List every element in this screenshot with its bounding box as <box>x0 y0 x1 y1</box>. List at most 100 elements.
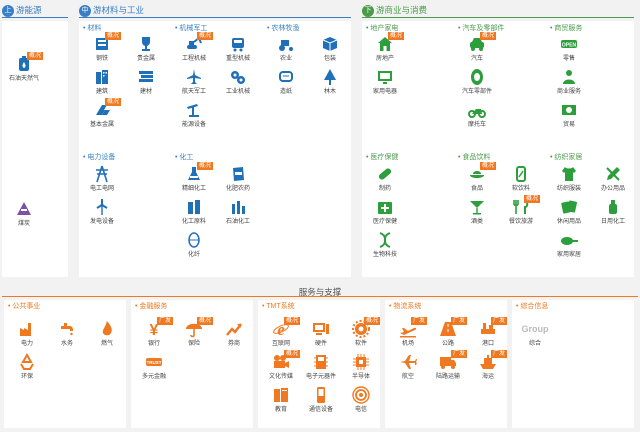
industry-item[interactable]: 建材 <box>127 68 165 100</box>
industry-item[interactable]: 水务 <box>48 320 86 352</box>
industry-item[interactable]: 硬件 <box>302 320 340 352</box>
industry-item[interactable]: 摩托车 <box>458 101 496 133</box>
industry-item[interactable]: 纺织服装 <box>550 165 588 197</box>
status-badge[interactable]: 概况 <box>284 317 301 325</box>
industry-item[interactable]: 酒类 <box>458 198 496 230</box>
status-badge[interactable]: 广发 <box>157 317 174 325</box>
industry-item[interactable]: 休闲用品 <box>550 198 588 230</box>
industry-item[interactable]: 半导体 <box>342 353 380 385</box>
status-badge[interactable]: 概况 <box>197 32 214 40</box>
status-badge[interactable]: 概况 <box>284 350 301 358</box>
industry-item[interactable]: 文化传媒 概况 <box>262 350 301 385</box>
industry-item[interactable]: 教育 <box>262 386 300 418</box>
status-badge[interactable]: 概况 <box>197 317 214 325</box>
industry-item[interactable]: 电信 <box>342 386 380 418</box>
industry-label: 互联网 <box>271 341 290 347</box>
industry-item[interactable]: 汽车 概况 <box>458 32 497 67</box>
status-badge[interactable]: 广发 <box>491 317 508 325</box>
industry-item[interactable]: 家用电器 <box>366 68 404 100</box>
status-badge[interactable]: 概况 <box>364 317 381 325</box>
signal-icon <box>352 386 370 404</box>
industry-item[interactable]: 电工电网 <box>83 165 121 197</box>
status-badge[interactable]: 广发 <box>491 350 508 358</box>
industry-item[interactable]: 重型机械 <box>219 35 257 67</box>
industry-item[interactable]: 贸易 <box>550 101 588 133</box>
industry-item[interactable]: 电力 <box>8 320 46 352</box>
industry-item[interactable]: 汽车零部件 <box>458 68 496 100</box>
industry-item[interactable]: 基本金属 概况 <box>83 98 122 133</box>
midstream-dot: 中 <box>79 4 91 17</box>
industry-item[interactable]: 造纸 <box>267 68 305 100</box>
industry-label: 保险 <box>187 341 200 347</box>
industry-item[interactable]: 生物科技 <box>366 231 404 263</box>
industry-label: 办公用品 <box>600 186 625 192</box>
industry-item[interactable]: 港口 广发 <box>469 317 508 352</box>
industry-label: 酒类 <box>470 219 483 225</box>
service-divider <box>2 296 638 297</box>
status-badge[interactable]: 概况 <box>197 162 214 170</box>
status-badge[interactable]: 概况 <box>27 52 44 60</box>
industry-item[interactable]: 医疗保健 <box>366 198 404 230</box>
category-title-tmt: • TMT系统 <box>262 303 295 310</box>
industry-item[interactable]: 煤炭 <box>5 200 43 232</box>
industry-item[interactable]: 保险 概况 <box>175 317 214 352</box>
industry-item[interactable]: 通信设备 <box>302 386 340 418</box>
industry-item[interactable]: 燃气 <box>88 320 126 352</box>
industry-item[interactable]: 餐饮旅游 概况 <box>502 195 541 230</box>
industry-item[interactable]: 电子元器件 <box>302 353 340 385</box>
industry-item[interactable]: OPEN 零售 <box>550 35 588 67</box>
industry-item[interactable]: 海运 广发 <box>469 350 508 385</box>
industry-item[interactable]: 软饮料 <box>502 165 540 197</box>
industry-item[interactable]: Group 综合 <box>516 320 554 352</box>
industry-item[interactable]: 机场 广发 <box>389 317 428 352</box>
industry-item[interactable]: 化纤 <box>175 231 213 263</box>
industry-item[interactable]: 化肥农药 <box>219 165 257 197</box>
industry-item[interactable]: 工业机械 <box>219 68 257 100</box>
status-badge[interactable]: 概况 <box>105 98 122 106</box>
industry-item[interactable]: 石油化工 <box>219 198 257 230</box>
industry-item[interactable]: ¥ 银行 广发 <box>135 317 174 352</box>
status-badge[interactable]: 概况 <box>105 32 122 40</box>
industry-item[interactable]: 包装 <box>311 35 349 67</box>
industry-item[interactable]: 食品 概况 <box>458 162 497 197</box>
status-badge[interactable]: 广发 <box>411 317 428 325</box>
industry-label: 港口 <box>481 341 494 347</box>
industry-item[interactable]: 钢铁 概况 <box>83 32 122 67</box>
industry-item[interactable]: 陆路运输 广发 <box>429 350 468 385</box>
pan-icon <box>561 237 578 245</box>
industry-item[interactable]: 发电设备 <box>83 198 121 230</box>
industry-item[interactable]: 能源设备 <box>175 101 213 133</box>
status-badge[interactable]: 概况 <box>388 32 405 40</box>
industry-item[interactable]: 家用家居 <box>550 231 588 263</box>
industry-item[interactable]: 软件 概况 <box>342 317 381 352</box>
status-badge[interactable]: 广发 <box>451 350 468 358</box>
industry-item[interactable]: 券商 <box>215 320 253 352</box>
industry-item[interactable]: 农业 <box>267 35 305 67</box>
status-badge[interactable]: 概况 <box>480 32 497 40</box>
industry-item[interactable]: 石油天然气 概况 <box>5 52 44 87</box>
industry-item[interactable]: 商业服务 <box>550 68 588 100</box>
status-badge[interactable]: 广发 <box>451 317 468 325</box>
industry-item[interactable]: 办公用品 <box>594 165 632 197</box>
industry-item[interactable]: 工程机械 概况 <box>175 32 214 67</box>
industry-item[interactable]: e 互联网 概况 <box>262 317 301 352</box>
industry-item[interactable]: 建筑 <box>83 68 121 100</box>
status-badge[interactable]: 概况 <box>524 195 541 203</box>
industry-item[interactable]: 航天军工 <box>175 68 213 100</box>
industry-item[interactable]: 精细化工 概况 <box>175 162 214 197</box>
category-title-textile: • 纺织家居 <box>550 154 583 161</box>
industry-item[interactable]: 房地产 概况 <box>366 32 405 67</box>
industry-item[interactable]: 贵金属 <box>127 35 165 67</box>
industry-item[interactable]: 公路 广发 <box>429 317 468 352</box>
upstream-header: 上游能源 <box>2 3 68 17</box>
industry-item[interactable]: 化工原料 <box>175 198 213 230</box>
industry-item[interactable]: 环保 <box>8 353 46 385</box>
industry-item[interactable]: 日用化工 <box>594 198 632 230</box>
industry-label: 电信 <box>354 407 367 413</box>
industry-label: 券商 <box>227 341 240 347</box>
industry-item[interactable]: TRUST 多元金融 <box>135 353 173 385</box>
industry-item[interactable]: 制药 <box>366 165 404 197</box>
status-badge[interactable]: 概况 <box>480 162 497 170</box>
industry-item[interactable]: 航空 <box>389 353 427 385</box>
industry-item[interactable]: 林木 <box>311 68 349 100</box>
